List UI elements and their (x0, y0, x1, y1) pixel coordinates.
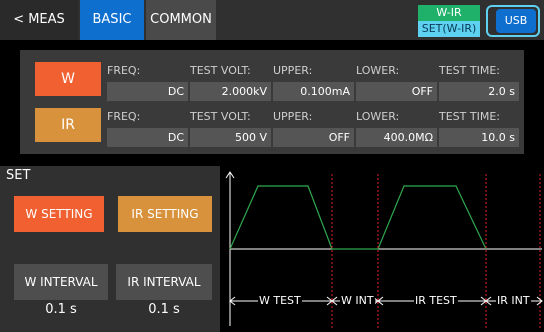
ir-test-label: IR TEST (414, 294, 458, 307)
mode-indicator: W-IR SET(W-IR) (418, 5, 480, 37)
w-int-label: W INT (340, 294, 375, 307)
ir-interval-value: 0.1 s (148, 302, 180, 317)
ir-test-badge[interactable]: IR (35, 108, 101, 142)
set-panel: SET W SETTING IR SETTING W INTERVAL IR I… (0, 166, 220, 332)
w-test-time-field[interactable]: TEST TIME: 2.0 s (439, 64, 519, 102)
tab-common[interactable]: COMMON (146, 0, 216, 40)
field-label: FREQ: (107, 64, 141, 77)
ir-test-volt-field[interactable]: TEST VOLT: 500 V (190, 110, 271, 148)
field-label: TEST TIME: (439, 110, 500, 123)
tab-meas[interactable]: < MEAS (0, 0, 78, 40)
field-label: FREQ: (107, 110, 141, 123)
ir-setting-button[interactable]: IR SETTING (118, 196, 212, 232)
voltage-waveform (229, 185, 487, 250)
mode-sub-label: SET(W-IR) (418, 21, 480, 37)
ir-lower-field[interactable]: LOWER: 400.0MΩ (356, 110, 437, 148)
usb-icon: USB (496, 9, 536, 33)
w-interval-button[interactable]: W INTERVAL (14, 264, 108, 300)
ir-int-label: IR INT (496, 294, 531, 307)
field-value: 2.000kV (190, 82, 271, 101)
ir-test-time-field[interactable]: TEST TIME: 10.0 s (439, 110, 519, 148)
field-label: TEST VOLT: (190, 110, 251, 123)
set-title: SET (6, 168, 31, 183)
mode-label: W-IR (418, 5, 480, 21)
field-value: 500 V (190, 128, 271, 147)
ir-freq-field[interactable]: FREQ: DC (107, 110, 188, 148)
w-test-badge[interactable]: W (35, 62, 101, 96)
field-label: LOWER: (356, 110, 400, 123)
field-label: UPPER: (273, 110, 313, 123)
field-value: OFF (356, 82, 437, 101)
w-setting-button[interactable]: W SETTING (14, 196, 104, 232)
waveform-graph (225, 171, 543, 328)
w-test-volt-field[interactable]: TEST VOLT: 2.000kV (190, 64, 271, 102)
waveform-display: W TEST W INT IR TEST IR INT (224, 166, 544, 332)
top-bar: < MEAS BASIC COMMON W-IR SET(W-IR) USB (0, 0, 544, 40)
field-value: 2.0 s (439, 82, 519, 101)
field-label: TEST TIME: (439, 64, 500, 77)
w-interval-value: 0.1 s (45, 302, 77, 317)
field-label: TEST VOLT: (190, 64, 251, 77)
usb-indicator: USB (486, 5, 540, 37)
tab-basic[interactable]: BASIC (80, 0, 144, 40)
ir-interval-button[interactable]: IR INTERVAL (116, 264, 212, 300)
w-test-label: W TEST (258, 294, 302, 307)
field-value: 400.0MΩ (356, 128, 437, 147)
w-freq-field[interactable]: FREQ: DC (107, 64, 188, 102)
field-value: 10.0 s (439, 128, 519, 147)
field-label: LOWER: (356, 64, 400, 77)
field-label: UPPER: (273, 64, 313, 77)
field-value: OFF (273, 128, 354, 147)
field-value: DC (107, 82, 188, 101)
w-upper-field[interactable]: UPPER: 0.100mA (273, 64, 354, 102)
ir-upper-field[interactable]: UPPER: OFF (273, 110, 354, 148)
field-value: 0.100mA (273, 82, 354, 101)
w-lower-field[interactable]: LOWER: OFF (356, 64, 437, 102)
test-config-panel: W FREQ: DC TEST VOLT: 2.000kV UPPER: 0.1… (20, 50, 524, 154)
field-value: DC (107, 128, 188, 147)
